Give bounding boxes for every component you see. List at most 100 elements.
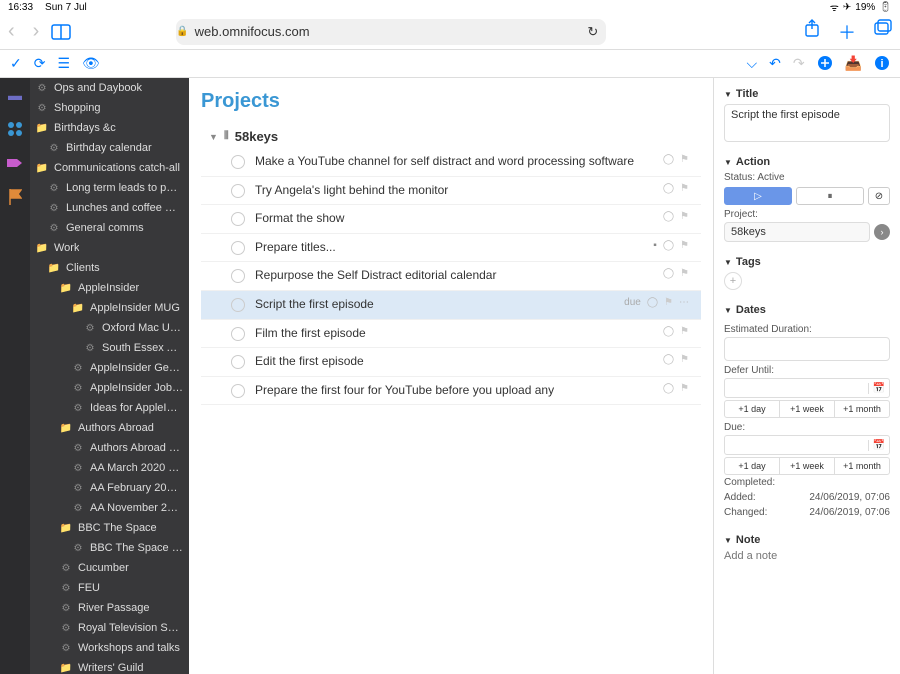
forward-button[interactable]: › [33, 20, 40, 43]
disclosure-triangle-icon[interactable]: ▼ [209, 132, 218, 142]
url-bar[interactable]: 🔒 web.omnifocus.com ↻ [176, 19, 606, 45]
sidebar-item[interactable]: ⚙South Essex Ap... [30, 338, 189, 358]
status-dropped-button[interactable]: ⊘ [868, 187, 890, 205]
status-onhold-button[interactable]: ⏸ [796, 187, 864, 205]
tabs-icon[interactable] [874, 19, 892, 45]
task-checkbox[interactable] [231, 327, 245, 341]
sidebar-item[interactable]: 📁Authors Abroad [30, 418, 189, 438]
est-duration-input[interactable] [724, 337, 890, 361]
more-icon[interactable]: ⋯ [679, 297, 689, 308]
task-row[interactable]: Prepare the first four for YouTube befor… [201, 377, 701, 406]
sidebar-item[interactable]: ⚙River Passage [30, 598, 189, 618]
task-row[interactable]: Format the show◯⚑ [201, 205, 701, 234]
inspector-title-input[interactable]: Script the first episode [724, 104, 890, 142]
task-checkbox[interactable] [231, 384, 245, 398]
sidebar-item[interactable]: ⚙AA November 201... [30, 498, 189, 518]
back-button[interactable]: ‹ [8, 20, 15, 43]
cleanup-icon[interactable]: ⌵ [746, 55, 757, 72]
flag-icon[interactable]: ⚑ [680, 154, 689, 165]
projects-perspective-icon[interactable] [6, 120, 24, 138]
task-checkbox[interactable] [231, 298, 245, 312]
sidebar-item[interactable]: 📁Birthdays &c [30, 118, 189, 138]
task-checkbox[interactable] [231, 269, 245, 283]
sidebar-item[interactable]: 📁Communications catch-all [30, 158, 189, 178]
task-row[interactable]: Film the first episode◯⚑ [201, 320, 701, 349]
sidebar-item[interactable]: 📁AppleInsider MUG [30, 298, 189, 318]
flag-icon[interactable]: ⚑ [680, 354, 689, 365]
sidebar-item[interactable]: ⚙General comms [30, 218, 189, 238]
sidebar-item[interactable]: 📁BBC The Space [30, 518, 189, 538]
project-sidebar[interactable]: ⚙Ops and Daybook⚙Shopping📁Birthdays &c⚙B… [30, 78, 189, 674]
due-plus-day[interactable]: +1 day [725, 458, 780, 474]
sidebar-item[interactable]: ⚙AA February 2020 ... [30, 478, 189, 498]
task-checkbox[interactable] [231, 241, 245, 255]
sidebar-item[interactable]: ⚙FEU [30, 578, 189, 598]
flag-icon[interactable]: ⚑ [680, 183, 689, 194]
goto-project-icon[interactable]: › [874, 224, 890, 240]
inspector-dates-header[interactable]: Dates [724, 302, 890, 320]
flag-icon[interactable]: ⚑ [680, 268, 689, 279]
check-icon[interactable]: ✓ [10, 55, 22, 72]
task-row[interactable]: Try Angela's light behind the monitor◯⚑ [201, 177, 701, 206]
inspector-action-header[interactable]: Action [724, 154, 890, 172]
sidebar-item[interactable]: 📁Writers' Guild [30, 658, 189, 674]
project-select[interactable]: 58keys [724, 222, 870, 242]
sidebar-item[interactable]: ⚙Cucumber [30, 558, 189, 578]
add-tag-button[interactable]: + [724, 272, 742, 290]
sidebar-item[interactable]: ⚙Royal Television Society [30, 618, 189, 638]
sidebar-item[interactable]: 📁Clients [30, 258, 189, 278]
note-textarea[interactable] [724, 550, 890, 600]
due-plus-month[interactable]: +1 month [835, 458, 889, 474]
sidebar-item[interactable]: ⚙Authors Abroad Ge... [30, 438, 189, 458]
inspector-title-header[interactable]: Title [724, 86, 890, 104]
redo-icon[interactable]: ↷ [793, 55, 805, 72]
flag-icon[interactable]: ⚑ [664, 297, 673, 308]
flagged-perspective-icon[interactable] [6, 188, 24, 206]
list-icon[interactable]: ☰ [57, 55, 70, 72]
flag-icon[interactable]: ⚑ [680, 211, 689, 222]
inbox-perspective-icon[interactable]: ▬ [6, 86, 24, 104]
sidebar-item[interactable]: ⚙Long term leads to pursue [30, 178, 189, 198]
task-row[interactable]: Make a YouTube channel for self distract… [201, 148, 701, 177]
sidebar-item[interactable]: ⚙AppleInsider Job B... [30, 378, 189, 398]
sidebar-item[interactable]: ⚙AppleInsider General [30, 358, 189, 378]
sync-icon[interactable]: ⟳ [34, 55, 46, 72]
info-icon[interactable]: i [874, 55, 890, 72]
sidebar-item[interactable]: 📁Work [30, 238, 189, 258]
due-plus-week[interactable]: +1 week [780, 458, 835, 474]
flag-icon[interactable]: ⚑ [680, 383, 689, 394]
task-row[interactable]: Prepare titles...▪◯⚑ [201, 234, 701, 263]
sidebar-item[interactable]: ⚙AA March 2020 at ... [30, 458, 189, 478]
flag-icon[interactable]: ⚑ [680, 326, 689, 337]
sidebar-item[interactable]: ⚙Lunches and coffee meet... [30, 198, 189, 218]
task-row[interactable]: Script the first episode due◯⚑⋯ [201, 291, 701, 320]
eye-icon[interactable]: 👁 [82, 55, 100, 72]
sidebar-item[interactable]: ⚙Ops and Daybook [30, 78, 189, 98]
sidebar-item[interactable]: ⚙Ideas for AppleInsi... [30, 398, 189, 418]
defer-input[interactable] [725, 383, 868, 394]
new-tab-icon[interactable]: ＋ [838, 19, 856, 45]
flag-icon[interactable]: ⚑ [680, 240, 689, 251]
sidebar-item[interactable]: ⚙Workshops and talks [30, 638, 189, 658]
task-checkbox[interactable] [231, 212, 245, 226]
sidebar-item[interactable]: ⚙Birthday calendar [30, 138, 189, 158]
project-group-header[interactable]: ▼ ⦀ 58keys [201, 125, 701, 148]
inspector-note-header[interactable]: Note [724, 532, 890, 550]
bookmarks-icon[interactable] [51, 24, 71, 40]
defer-plus-week[interactable]: +1 week [780, 401, 835, 417]
inbox-add-icon[interactable]: 📥 [845, 55, 862, 72]
status-active-button[interactable]: ▷ [724, 187, 792, 205]
calendar-icon[interactable]: 📅 [868, 440, 889, 451]
defer-plus-day[interactable]: +1 day [725, 401, 780, 417]
share-icon[interactable] [804, 19, 820, 45]
defer-plus-month[interactable]: +1 month [835, 401, 889, 417]
reload-icon[interactable]: ↻ [587, 24, 598, 40]
task-row[interactable]: Repurpose the Self Distract editorial ca… [201, 262, 701, 291]
tags-perspective-icon[interactable] [6, 154, 24, 172]
sidebar-item[interactable]: ⚙Shopping [30, 98, 189, 118]
task-checkbox[interactable] [231, 155, 245, 169]
sidebar-item[interactable]: ⚙BBC The Space ge... [30, 538, 189, 558]
due-input[interactable] [725, 440, 868, 451]
undo-icon[interactable]: ↶ [769, 55, 781, 72]
sidebar-item[interactable]: 📁AppleInsider [30, 278, 189, 298]
